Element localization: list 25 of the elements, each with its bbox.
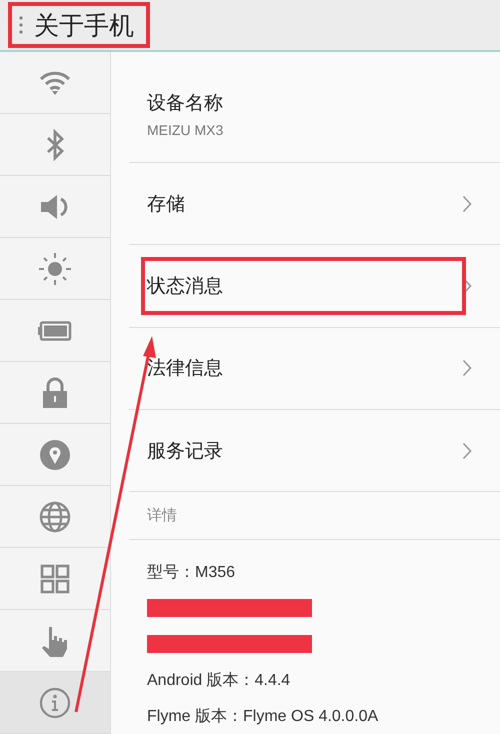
- chevron-right-icon: [462, 359, 472, 378]
- device-name-label: 设备名称: [147, 92, 224, 116]
- drag-handle-icon: [18, 15, 24, 35]
- detail-text: Android 版本：4.4.4: [147, 670, 290, 691]
- battery-icon: [38, 320, 72, 340]
- pointing-hand-icon: [41, 624, 69, 656]
- screen-title: 关于手机: [34, 10, 134, 42]
- chevron-right-icon: [462, 442, 472, 460]
- detail-text: Flyme 版本：Flyme OS 4.0.0.0A: [147, 706, 378, 727]
- section-title: 详情: [147, 506, 177, 526]
- menu-item[interactable]: 服务记录: [129, 410, 500, 492]
- wifi-icon: [39, 70, 71, 96]
- sidebar-item[interactable]: [0, 672, 110, 734]
- chevron-right-icon: [462, 194, 472, 213]
- detail-text: 型号：M356: [147, 562, 236, 583]
- menu-item[interactable]: 存储: [129, 163, 500, 246]
- globe-icon: [39, 500, 71, 532]
- menu-item[interactable]: 状态消息: [129, 245, 500, 328]
- device-name-value: MEIZU MX3: [147, 122, 224, 138]
- grid-icon: [40, 564, 70, 594]
- info-icon: [39, 686, 71, 718]
- lock-icon: [41, 376, 69, 408]
- sun-icon: [38, 252, 72, 286]
- bluetooth-icon: [45, 128, 65, 160]
- location-pin-icon: [39, 438, 71, 470]
